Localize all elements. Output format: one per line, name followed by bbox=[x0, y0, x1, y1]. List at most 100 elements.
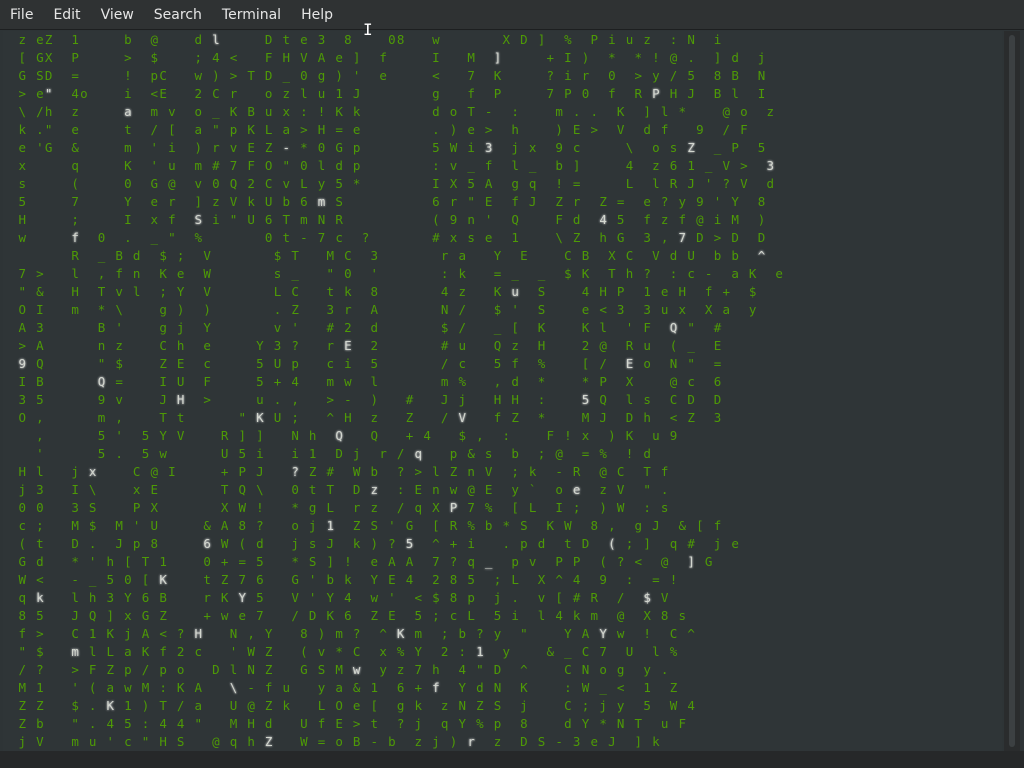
matrix-glyph: y bbox=[493, 626, 502, 641]
matrix-glyph: G bbox=[291, 572, 299, 587]
matrix-glyph: K bbox=[396, 626, 405, 641]
menu-search[interactable]: Search bbox=[144, 0, 212, 30]
matrix-glyph: i bbox=[256, 446, 264, 461]
matrix-glyph: > bbox=[414, 464, 423, 479]
matrix-glyph: n bbox=[132, 266, 141, 281]
matrix-glyph: j bbox=[352, 446, 361, 461]
matrix-glyph: > bbox=[326, 392, 335, 407]
matrix-glyph: 0 bbox=[388, 32, 396, 47]
menu-file[interactable]: File bbox=[0, 0, 43, 30]
matrix-glyph: i bbox=[564, 68, 572, 83]
matrix-glyph: 0 bbox=[203, 554, 211, 569]
matrix-glyph: / bbox=[440, 356, 449, 371]
matrix-glyph: J bbox=[256, 464, 264, 479]
menu-help[interactable]: Help bbox=[291, 0, 343, 30]
matrix-glyph: C bbox=[669, 626, 678, 641]
matrix-glyph: D bbox=[581, 536, 590, 551]
matrix-glyph: - bbox=[247, 680, 255, 695]
matrix-glyph: / bbox=[396, 446, 405, 461]
matrix-glyph: z bbox=[282, 86, 291, 101]
matrix-glyph: r bbox=[581, 68, 590, 83]
matrix-glyph: < bbox=[36, 572, 44, 587]
matrix-glyph: y bbox=[748, 302, 757, 317]
matrix-glyph: k bbox=[572, 608, 581, 623]
matrix-glyph: D bbox=[713, 392, 722, 407]
terminal-row-glyphs: c; M $ M ' U & A 8? o j 1 Z S ' G[R% b * S K W 8, g J &[f bbox=[3, 517, 1002, 535]
matrix-glyph: d bbox=[370, 320, 379, 335]
matrix-glyph: ' bbox=[150, 140, 159, 155]
menu-view[interactable]: View bbox=[91, 0, 144, 30]
matrix-glyph: d bbox=[643, 122, 651, 137]
matrix-glyph: i bbox=[344, 356, 352, 371]
matrix-glyph: : bbox=[159, 680, 167, 695]
matrix-glyph: * bbox=[71, 554, 79, 569]
matrix-glyph: 4 bbox=[555, 608, 563, 623]
matrix-glyph: X bbox=[502, 32, 511, 47]
matrix-glyph: h bbox=[511, 122, 519, 137]
matrix-glyph: ' bbox=[36, 446, 44, 461]
matrix-glyph: Z bbox=[599, 194, 607, 209]
matrix-glyph: r bbox=[229, 86, 238, 101]
matrix-glyph: m bbox=[440, 374, 449, 389]
matrix-glyph: = bbox=[572, 176, 581, 191]
matrix-glyph: 7 bbox=[432, 554, 440, 569]
matrix-glyph: e bbox=[467, 122, 475, 137]
terminal-scrollbar[interactable] bbox=[1004, 31, 1020, 751]
matrix-glyph: > bbox=[300, 122, 308, 137]
text-ibeam-cursor-icon: I bbox=[363, 20, 373, 39]
matrix-glyph: m bbox=[71, 302, 79, 317]
matrix-glyph: $ bbox=[115, 356, 123, 371]
matrix-glyph: H bbox=[71, 284, 79, 299]
matrix-glyph: 8 bbox=[713, 68, 722, 83]
matrix-glyph: \ bbox=[625, 140, 634, 155]
matrix-glyph: e bbox=[300, 32, 308, 47]
matrix-glyph: 7 bbox=[546, 86, 555, 101]
matrix-glyph: W bbox=[581, 680, 590, 695]
matrix-glyph: M bbox=[71, 518, 79, 533]
matrix-glyph: x bbox=[379, 644, 387, 659]
matrix-glyph: m bbox=[194, 158, 203, 173]
matrix-glyph: > bbox=[18, 86, 27, 101]
matrix-glyph: J bbox=[687, 86, 695, 101]
window-bottom-edge bbox=[0, 751, 1024, 768]
matrix-glyph: d bbox=[432, 104, 440, 119]
matrix-glyph: 5 bbox=[414, 608, 423, 623]
matrix-glyph: 5 bbox=[97, 428, 106, 443]
menu-terminal[interactable]: Terminal bbox=[212, 0, 291, 30]
matrix-glyph: ( bbox=[608, 536, 616, 551]
matrix-glyph: p bbox=[352, 140, 361, 155]
matrix-glyph: V bbox=[740, 176, 748, 191]
matrix-glyph: P bbox=[493, 86, 502, 101]
matrix-glyph: S bbox=[537, 734, 546, 749]
matrix-glyph: K bbox=[493, 68, 502, 83]
matrix-glyph: H bbox=[317, 122, 326, 137]
matrix-glyph: Y bbox=[414, 644, 423, 659]
matrix-glyph: Q bbox=[36, 356, 44, 371]
matrix-glyph: ? bbox=[361, 230, 370, 245]
matrix-glyph: f bbox=[317, 716, 326, 731]
matrix-glyph: m bbox=[300, 212, 308, 227]
matrix-glyph: / bbox=[669, 68, 678, 83]
scrollbar-thumb[interactable] bbox=[1009, 35, 1015, 747]
matrix-glyph: P bbox=[238, 464, 247, 479]
matrix-glyph: _ bbox=[511, 266, 519, 281]
matrix-glyph: q bbox=[71, 158, 79, 173]
matrix-glyph: , bbox=[97, 266, 106, 281]
matrix-glyph: # bbox=[212, 158, 220, 173]
terminal-row-glyphs: x q K ' u m #7 F O " 0 l d p: v _ f l _ b] 4 z 6 1 _ V >3 bbox=[3, 157, 1002, 175]
terminal-row-glyphs: " $ m l La Kf 2 c ' W Z(v * Cx% Y 2:1 y & _ C 7 Ul% bbox=[3, 643, 1002, 661]
matrix-glyph: f bbox=[704, 284, 713, 299]
matrix-glyph: , bbox=[115, 410, 123, 425]
matrix-glyph: > bbox=[124, 50, 132, 65]
matrix-glyph: / bbox=[291, 608, 299, 623]
matrix-glyph: M bbox=[229, 716, 238, 731]
matrix-glyph: X bbox=[643, 608, 651, 623]
matrix-glyph: > bbox=[36, 626, 44, 641]
matrix-glyph: , bbox=[493, 374, 502, 389]
menu-edit[interactable]: Edit bbox=[43, 0, 90, 30]
terminal-output-area[interactable]: z eZ 1 b @ d l D t e 3 8 08 w X D ] % P … bbox=[3, 31, 1002, 751]
matrix-glyph: 7 bbox=[467, 500, 475, 515]
matrix-glyph: 4 bbox=[212, 50, 220, 65]
matrix-glyph: 5 bbox=[36, 392, 44, 407]
matrix-glyph: > bbox=[352, 716, 361, 731]
